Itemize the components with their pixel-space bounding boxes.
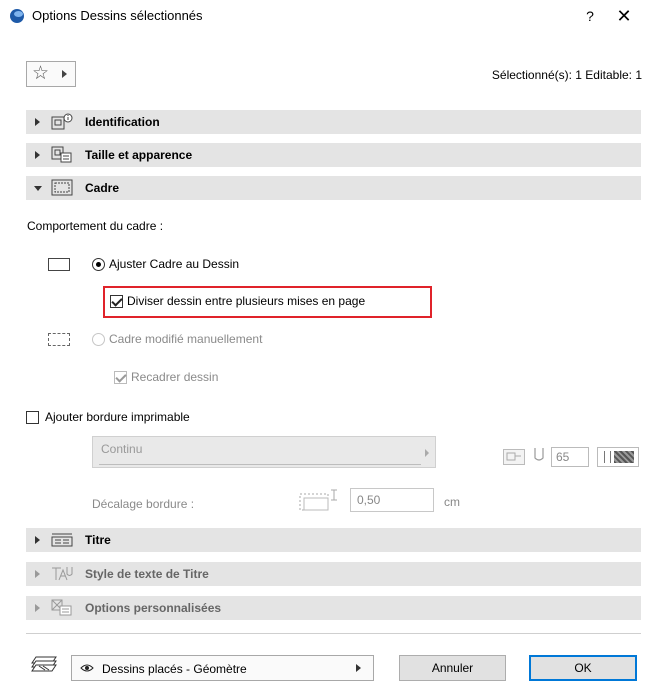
split-drawing-label: Diviser dessin entre plusieurs mises en …: [127, 294, 366, 308]
layer-icon: [31, 656, 57, 672]
expand-arrow-icon: [35, 536, 40, 544]
close-button[interactable]: ✕: [613, 5, 635, 27]
frame-icon: [51, 179, 73, 196]
expand-arrow-icon: [35, 570, 40, 578]
chevron-right-icon: [425, 449, 429, 457]
eye-icon: [80, 664, 94, 672]
panel-label: Taille et apparence: [85, 148, 193, 162]
fit-frame-radio[interactable]: [92, 258, 105, 271]
title-bar: Options Dessins sélectionnés ? ✕: [0, 0, 652, 32]
fit-frame-icon: [48, 258, 70, 271]
collapse-arrow-icon: [34, 186, 42, 191]
add-printable-border-label: Ajouter bordure imprimable: [45, 410, 190, 424]
star-icon: ☆: [32, 63, 50, 84]
line-weight-icon: [604, 451, 611, 463]
cancel-button[interactable]: Annuler: [399, 655, 506, 681]
layer-value: Dessins placés - Géomètre: [102, 662, 247, 676]
panel-custom-options[interactable]: Options personnalisées: [26, 596, 641, 620]
pen-number-field[interactable]: 65: [551, 447, 589, 467]
panel-label: Cadre: [85, 181, 120, 195]
chevron-right-icon: [62, 70, 67, 78]
recrop-drawing-label: Recadrer dessin: [131, 370, 219, 384]
archicad-app-icon: [10, 9, 24, 23]
layer-dropdown[interactable]: Dessins placés - Géomètre: [71, 655, 374, 681]
border-offset-label: Décalage bordure :: [92, 497, 195, 511]
custom-options-icon: [51, 599, 72, 616]
panel-title[interactable]: Titre: [26, 528, 641, 552]
border-offset-unit: cm: [444, 495, 460, 509]
footer-divider: [26, 633, 641, 634]
panel-identification[interactable]: Identification: [26, 110, 641, 134]
panel-label: Style de texte de Titre: [85, 567, 209, 581]
chevron-right-icon: [356, 664, 361, 672]
recrop-drawing-checkbox[interactable]: [114, 371, 127, 384]
title-text-style-icon: [52, 567, 73, 581]
panel-label: Titre: [85, 533, 111, 547]
manual-frame-label: Cadre modifié manuellement: [109, 332, 263, 346]
line-preview: [99, 464, 421, 465]
ok-button[interactable]: OK: [529, 655, 637, 681]
panel-label: Options personnalisées: [85, 601, 222, 615]
panel-size-appearance[interactable]: Taille et apparence: [26, 143, 641, 167]
help-button[interactable]: ?: [580, 6, 600, 26]
fill-pattern-button[interactable]: [597, 447, 639, 467]
panel-title-text-style[interactable]: Style de texte de Titre: [26, 562, 641, 586]
title-icon: [51, 533, 73, 547]
size-appearance-icon: [51, 146, 72, 163]
add-printable-border-checkbox[interactable]: [26, 411, 39, 424]
border-offset-icon: [299, 489, 337, 511]
expand-arrow-icon: [35, 118, 40, 126]
fit-frame-label: Ajuster Cadre au Dessin: [109, 257, 240, 271]
split-drawing-checkbox[interactable]: [110, 295, 123, 308]
line-type-dropdown[interactable]: Continu: [92, 436, 436, 468]
border-offset-field[interactable]: 0,50: [350, 488, 434, 512]
panel-frame[interactable]: Cadre: [26, 176, 641, 200]
manual-frame-radio[interactable]: [92, 333, 105, 346]
identification-icon: [51, 113, 73, 130]
expand-arrow-icon: [35, 151, 40, 159]
pen-icon: [534, 448, 544, 461]
line-type-value: Continu: [101, 442, 143, 456]
selection-info: Sélectionné(s): 1 Editable: 1: [491, 68, 642, 82]
favorites-button[interactable]: ☆: [26, 61, 76, 87]
pattern-swatch-icon: [614, 451, 634, 463]
expand-arrow-icon: [35, 604, 40, 612]
window-title: Options Dessins sélectionnés: [32, 8, 203, 23]
frame-behavior-label: Comportement du cadre :: [27, 219, 164, 233]
panel-label: Identification: [85, 115, 160, 129]
pen-color-icon[interactable]: [503, 449, 525, 465]
manual-frame-icon: [48, 333, 70, 346]
